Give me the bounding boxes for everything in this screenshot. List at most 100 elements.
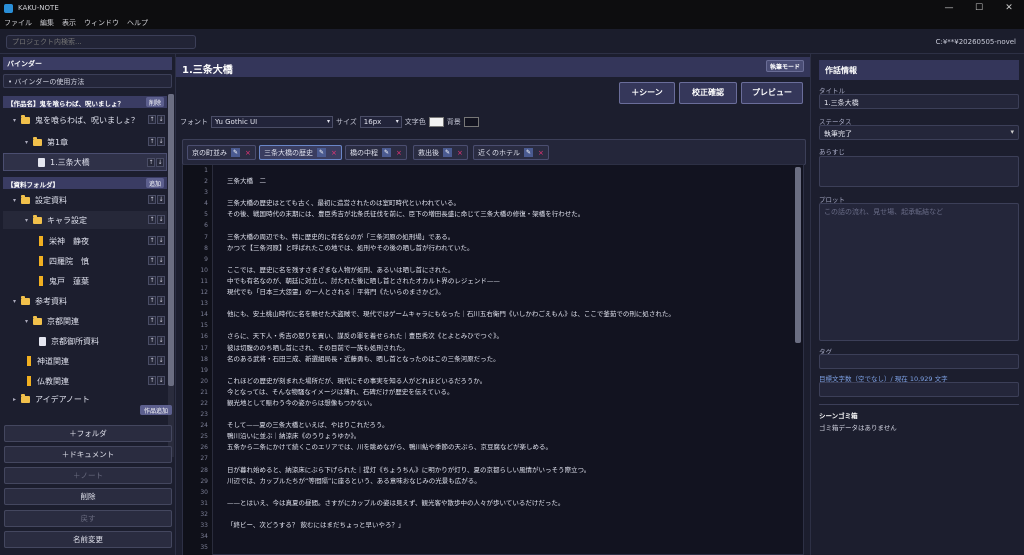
move-down-icon[interactable]: ↓ xyxy=(157,376,165,385)
close-icon[interactable]: × xyxy=(396,149,402,157)
target-count-input[interactable] xyxy=(819,382,1019,397)
move-down-icon[interactable]: ↓ xyxy=(157,356,165,365)
expand-arrow-icon[interactable]: ▾ xyxy=(25,217,33,224)
tree-item-scene-selected[interactable]: 1.三条大橋 ↑ ↓ xyxy=(3,153,167,171)
move-up-icon[interactable]: ↑ xyxy=(148,215,156,224)
scene-tab[interactable]: 近くのホテル ✎ × xyxy=(473,145,549,160)
add-work-button[interactable]: 作品追加 xyxy=(140,405,173,415)
tree-item-character[interactable]: 栄神 静夜 ↑ ↓ xyxy=(3,232,167,250)
move-up-icon[interactable]: ↑ xyxy=(148,296,156,305)
tree-item-reference-doc[interactable]: 京都御所資料 ↑ ↓ xyxy=(3,332,167,350)
move-down-icon[interactable]: ↓ xyxy=(157,195,165,204)
move-down-icon[interactable]: ↓ xyxy=(157,256,165,265)
menu-edit[interactable]: 編集 xyxy=(40,18,54,28)
move-down-icon[interactable]: ↓ xyxy=(157,336,165,345)
close-icon[interactable]: × xyxy=(538,149,544,157)
edit-icon[interactable]: ✎ xyxy=(317,148,326,157)
edit-icon[interactable]: ✎ xyxy=(231,148,240,157)
expand-arrow-icon[interactable]: ▾ xyxy=(13,298,21,305)
scene-tab[interactable]: 橋の中程 ✎ × xyxy=(345,145,407,160)
font-select[interactable]: Yu Gothic UI xyxy=(211,116,333,128)
move-up-icon[interactable]: ↑ xyxy=(148,137,156,146)
move-up-icon[interactable]: ↑ xyxy=(148,256,156,265)
tree-item-shinto[interactable]: 神道関連 ↑ ↓ xyxy=(3,352,167,370)
close-icon[interactable]: × xyxy=(331,149,337,157)
scene-tab[interactable]: 救出後 ✎ × xyxy=(413,145,468,160)
preview-button[interactable]: プレビュー xyxy=(741,82,803,104)
add-document-button[interactable]: ＋ドキュメント xyxy=(4,446,172,463)
tree-item-chapter[interactable]: ▾ 第1章 ↑ ↓ xyxy=(3,133,167,151)
move-up-icon[interactable]: ↑ xyxy=(147,158,155,167)
expand-arrow-icon[interactable]: ▸ xyxy=(13,396,21,403)
move-up-icon[interactable]: ↑ xyxy=(148,336,156,345)
tree-item-ideas[interactable]: ▸ アイデアノート xyxy=(3,392,167,406)
move-down-icon[interactable]: ↓ xyxy=(156,158,164,167)
tree-item-characters[interactable]: ▾ キャラ設定 ↑ ↓ xyxy=(3,211,167,229)
maximize-button[interactable]: ☐ xyxy=(964,0,994,16)
edit-icon[interactable]: ✎ xyxy=(443,148,452,157)
delete-work-button[interactable]: 削除 xyxy=(145,97,164,107)
move-up-icon[interactable]: ↑ xyxy=(148,236,156,245)
tree-item-character[interactable]: 四羅院 慎 ↑ ↓ xyxy=(3,252,167,270)
text-editor[interactable]: 1 2 3 4 5 6 7 8 9 10 11 12 13 14 15 16 17 18 19 20 21 22 23 24 2… xyxy=(182,164,804,555)
menu-view[interactable]: 表示 xyxy=(62,18,76,28)
expand-arrow-icon[interactable]: ▾ xyxy=(25,318,33,325)
editor-scrollbar[interactable] xyxy=(795,167,801,343)
tree-item-kyoto[interactable]: ▾ 京都関連 ↑ ↓ xyxy=(3,312,167,330)
tree-item-character[interactable]: 鬼戸 蓮葉 ↑ ↓ xyxy=(3,272,167,290)
move-up-icon[interactable]: ↑ xyxy=(148,276,156,285)
tag-input[interactable] xyxy=(819,354,1019,369)
delete-button[interactable]: 削除 xyxy=(4,488,172,505)
status-select[interactable]: 執筆完了 xyxy=(819,125,1019,140)
expand-arrow-icon[interactable]: ▾ xyxy=(13,197,21,204)
tree-item-settings[interactable]: ▾ 設定資料 ↑ ↓ xyxy=(3,191,167,209)
background-color-picker[interactable] xyxy=(463,117,479,127)
menu-window[interactable]: ウィンドウ xyxy=(84,18,119,28)
close-button[interactable]: ✕ xyxy=(994,0,1024,16)
expand-arrow-icon[interactable]: ▾ xyxy=(13,117,21,124)
edit-icon[interactable]: ✎ xyxy=(382,148,391,157)
plot-textarea[interactable]: この話の流れ、見せ場、起承転結など xyxy=(819,203,1019,341)
rename-button[interactable]: 名前変更 xyxy=(4,531,172,548)
move-down-icon[interactable]: ↓ xyxy=(157,115,165,124)
add-material-button[interactable]: 追加 xyxy=(145,178,164,188)
project-search-input[interactable] xyxy=(6,35,196,49)
restore-button[interactable]: 戻す xyxy=(4,510,172,527)
scene-tab-active[interactable]: 三条大橋の歴史 ✎ × xyxy=(259,145,342,160)
move-up-icon[interactable]: ↑ xyxy=(148,376,156,385)
minimize-button[interactable]: — xyxy=(934,0,964,16)
scene-tab[interactable]: 京の町並み ✎ × xyxy=(187,145,256,160)
move-down-icon[interactable]: ↓ xyxy=(157,137,165,146)
move-down-icon[interactable]: ↓ xyxy=(157,215,165,224)
move-down-icon[interactable]: ↓ xyxy=(157,236,165,245)
scene-tab-label: 近くのホテル xyxy=(478,148,520,157)
move-up-icon[interactable]: ↑ xyxy=(148,316,156,325)
binder-usage-link[interactable]: • バインダーの使用方法 xyxy=(3,74,172,88)
move-up-icon[interactable]: ↑ xyxy=(148,195,156,204)
editor-text-area[interactable]: 三条大橋 二三条大橋の歴史はとても古く、最初に造営されたのは室町時代といわれてい… xyxy=(227,165,787,555)
expand-arrow-icon[interactable]: ▾ xyxy=(25,139,33,146)
text-color-picker[interactable] xyxy=(428,117,444,127)
close-icon[interactable]: × xyxy=(245,149,251,157)
close-icon[interactable]: × xyxy=(457,149,463,157)
move-down-icon[interactable]: ↓ xyxy=(157,316,165,325)
move-up-icon[interactable]: ↑ xyxy=(148,115,156,124)
writing-mode-button[interactable]: 執筆モード xyxy=(765,60,804,72)
move-up-icon[interactable]: ↑ xyxy=(148,356,156,365)
move-down-icon[interactable]: ↓ xyxy=(157,296,165,305)
text-line: その後、戦国時代の末期には、豊臣秀吉が北条氏征伐を前に、臣下の増田長盛に命じて三… xyxy=(227,210,585,219)
move-down-icon[interactable]: ↓ xyxy=(157,276,165,285)
menu-help[interactable]: ヘルプ xyxy=(127,18,148,28)
proofread-button[interactable]: 校正確認 xyxy=(679,82,737,104)
menu-file[interactable]: ファイル xyxy=(4,18,32,28)
title-field[interactable]: 1.三条大橋 xyxy=(819,94,1019,109)
synopsis-textarea[interactable] xyxy=(819,156,1019,187)
edit-icon[interactable]: ✎ xyxy=(524,148,533,157)
add-scene-button[interactable]: ＋シーン xyxy=(619,82,675,104)
tree-item-references[interactable]: ▾ 参考資料 ↑ ↓ xyxy=(3,292,167,310)
add-folder-button[interactable]: ＋フォルダ xyxy=(4,425,172,442)
tree-item-work[interactable]: ▾ 鬼を喰らわば、呪いましょ？ ↑ ↓ xyxy=(3,111,167,129)
add-note-button[interactable]: ＋ノート xyxy=(4,467,172,484)
tree-item-buddhism[interactable]: 仏教関連 ↑ ↓ xyxy=(3,372,167,390)
size-select[interactable]: 16px xyxy=(359,116,402,128)
